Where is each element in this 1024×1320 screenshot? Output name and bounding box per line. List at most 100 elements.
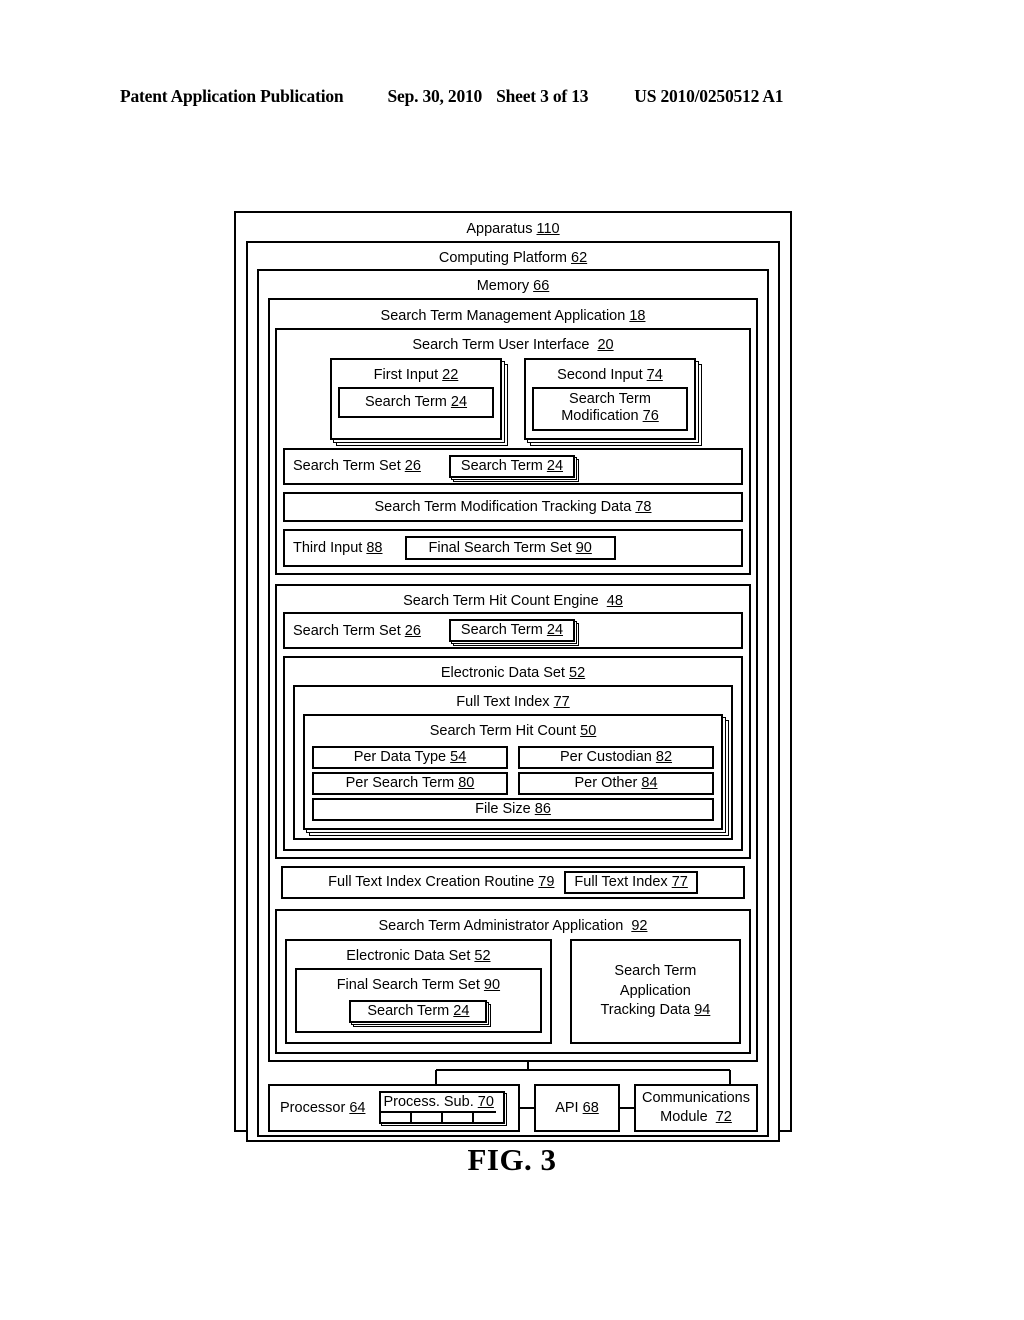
- management-application-title: Search Term Management Application 18: [275, 304, 751, 328]
- second-input-card[interactable]: Second Input 74 Search Term Modification…: [524, 358, 696, 440]
- apparatus-title: Apparatus 110: [240, 217, 786, 241]
- third-input-row: Third Input 88 Final Search Term Set 90: [283, 528, 743, 567]
- full-text-index-label: Full Text Index: [456, 694, 550, 711]
- first-input-search-term: Search Term 24: [338, 387, 494, 419]
- file-size-cell: File Size 86: [312, 797, 714, 821]
- per-search-term-cell: Per Search Term 80: [312, 771, 508, 795]
- per-custodian-cell: Per Custodian 82: [518, 745, 714, 769]
- first-input-label: First Input: [373, 367, 439, 384]
- inputs-row: First Input 22 Search Term 24 Second Inp…: [283, 356, 743, 447]
- hit-count-engine-title: Search Term Hit Count Engine 48: [283, 589, 743, 613]
- engine-search-term-set-label-wrap: Search Term Set 26: [293, 623, 421, 639]
- administrator-application-label: Search Term Administrator Application: [378, 917, 624, 934]
- user-interface-ref: 20: [597, 336, 614, 353]
- search-term-user-interface-box: Search Term User Interface 20 First Inpu…: [275, 327, 751, 575]
- administrator-body: Electronic Data Set 52 Final Search Term…: [277, 937, 749, 1051]
- ui-search-term-set-row: Search Term Set 26 Search Term 24: [283, 447, 743, 485]
- hit-count-engine-ref: 48: [606, 592, 623, 609]
- management-application-ref: 18: [629, 308, 646, 325]
- full-text-index-title: Full Text Index 77: [303, 690, 723, 714]
- search-term-modification-tracking-data-row: Search Term Modification Tracking Data 7…: [283, 491, 743, 522]
- process-subsystem-cell: [381, 1111, 413, 1123]
- second-input-modification: Search Term Modification 76: [532, 387, 688, 431]
- computing-platform-label: Computing Platform: [438, 249, 567, 266]
- api-box: API 68: [534, 1083, 620, 1132]
- api-label: API: [555, 1099, 579, 1116]
- admin-tracking-data-text: Search Term Application Tracking Data 94: [600, 962, 710, 1021]
- memory-box: Memory 66 Search Term Management Applica…: [257, 269, 769, 1137]
- hardware-connector: [435, 1061, 731, 1084]
- electronic-data-set-title: Electronic Data Set 52: [293, 661, 733, 685]
- communications-module-box: Communications Module 72: [634, 1083, 758, 1132]
- search-term-hit-count-box: Search Term Hit Count 50 Per Data Type 5…: [303, 713, 723, 830]
- communications-module-text: Communications Module 72: [642, 1089, 750, 1125]
- processor-label-wrap: Processor 64: [280, 1100, 365, 1116]
- processor-api-connector: [520, 1084, 534, 1132]
- admin-final-set-label: Final Search Term Set: [336, 976, 480, 993]
- third-input-label-wrap: Third Input 88: [293, 540, 383, 556]
- process-subsystem-cells: [381, 1111, 503, 1123]
- memory-label: Memory: [476, 278, 530, 295]
- engine-search-term-set-ref: 26: [404, 622, 421, 639]
- admin-electronic-data-set-box: Electronic Data Set 52 Final Search Term…: [285, 939, 552, 1044]
- process-subsystem-cell: [443, 1111, 475, 1123]
- index-creation-boxed-label: Full Text Index: [574, 873, 668, 890]
- second-input-label: Second Input: [557, 367, 643, 384]
- hit-count-engine-label: Search Term Hit Count Engine: [403, 592, 599, 609]
- administrator-application-ref: 92: [631, 917, 648, 934]
- hardware-area: Processor 64 Process. Sub. 70 API 68 Com…: [268, 1061, 758, 1132]
- admin-electronic-data-set-title: Electronic Data Set 52: [295, 944, 542, 968]
- file-size-ref: 86: [534, 800, 551, 817]
- engine-search-term-set-row: Search Term Set 26 Search Term 24: [283, 612, 743, 650]
- index-creation-label: Full Text Index Creation Routine: [328, 874, 535, 890]
- final-search-term-set-label: Final Search Term Set: [428, 539, 572, 556]
- computing-platform-box: Computing Platform 62 Memory 66 Search T…: [246, 240, 780, 1142]
- file-size-label: File Size: [475, 800, 531, 817]
- hit-count-row-1: Per Data Type 54 Per Custodian 82: [312, 745, 714, 769]
- second-input-modification-word: Modification: [561, 408, 639, 425]
- memory-title: Memory 66: [262, 274, 764, 298]
- admin-tracking-line1: Search Term: [614, 963, 697, 979]
- tracking-data-ref: 78: [635, 498, 652, 515]
- hit-count-row-2: Per Search Term 80 Per Other 84: [312, 771, 714, 795]
- second-input-title: Second Input 74: [532, 363, 688, 387]
- apparatus-ref: 110: [536, 221, 560, 237]
- first-input-title: First Input 22: [338, 363, 494, 387]
- search-term-application-tracking-data-box: Search Term Application Tracking Data 94: [569, 939, 741, 1044]
- engine-search-term-stack[interactable]: Search Term 24: [448, 619, 576, 643]
- hit-count-label: Search Term Hit Count: [429, 722, 577, 739]
- apparatus-label: Apparatus: [466, 221, 533, 237]
- figure-diagram: Apparatus 110 Computing Platform 62 Memo…: [234, 211, 792, 1142]
- user-interface-label: Search Term User Interface: [412, 336, 590, 353]
- engine-search-term-label: Search Term: [460, 622, 543, 639]
- figure-caption: FIG. 3: [467, 1142, 557, 1177]
- electronic-data-set-label: Electronic Data Set: [440, 665, 565, 682]
- ui-search-term-ref: 24: [546, 457, 564, 474]
- api-comms-connector: [620, 1084, 634, 1132]
- admin-tracking-ref: 94: [694, 1002, 711, 1019]
- ui-search-term-set-ref: 26: [404, 458, 421, 475]
- first-input-search-term-ref: 24: [450, 394, 468, 411]
- index-creation-label-wrap: Full Text Index Creation Routine 79: [328, 874, 554, 890]
- engine-search-term-ref: 24: [546, 622, 564, 639]
- ui-search-term-label: Search Term: [460, 457, 543, 474]
- process-subsystem-cell: [412, 1111, 444, 1123]
- ui-search-term-stack[interactable]: Search Term 24: [448, 454, 576, 478]
- per-custodian-label: Per Custodian: [559, 748, 652, 765]
- admin-tracking-line3-wrap: Tracking Data 94: [600, 1001, 710, 1021]
- admin-search-term-stack[interactable]: Search Term 24: [349, 999, 488, 1023]
- full-text-index-creation-routine-row: Full Text Index Creation Routine 79 Full…: [281, 865, 745, 899]
- index-creation-ref: 79: [538, 874, 555, 890]
- per-data-type-ref: 54: [450, 748, 467, 765]
- final-search-term-set-box: Final Search Term Set 90: [404, 535, 616, 560]
- first-input-card[interactable]: First Input 22 Search Term 24: [330, 358, 502, 440]
- ui-search-term-set-label-wrap: Search Term Set 26: [293, 458, 421, 474]
- ui-search-term-set-label: Search Term Set: [293, 458, 401, 475]
- api-ref: 68: [582, 1099, 599, 1116]
- per-other-cell: Per Other 84: [518, 771, 714, 795]
- process-subsystem-box[interactable]: Process. Sub. 70: [379, 1091, 506, 1125]
- full-text-index-box: Full Text Index 77 Search Term Hit Count…: [293, 685, 733, 840]
- search-term-administrator-application-box: Search Term Administrator Application 92…: [275, 908, 751, 1054]
- final-search-term-set-ref: 90: [575, 539, 592, 556]
- publication-label: Patent Application Publication: [120, 86, 344, 106]
